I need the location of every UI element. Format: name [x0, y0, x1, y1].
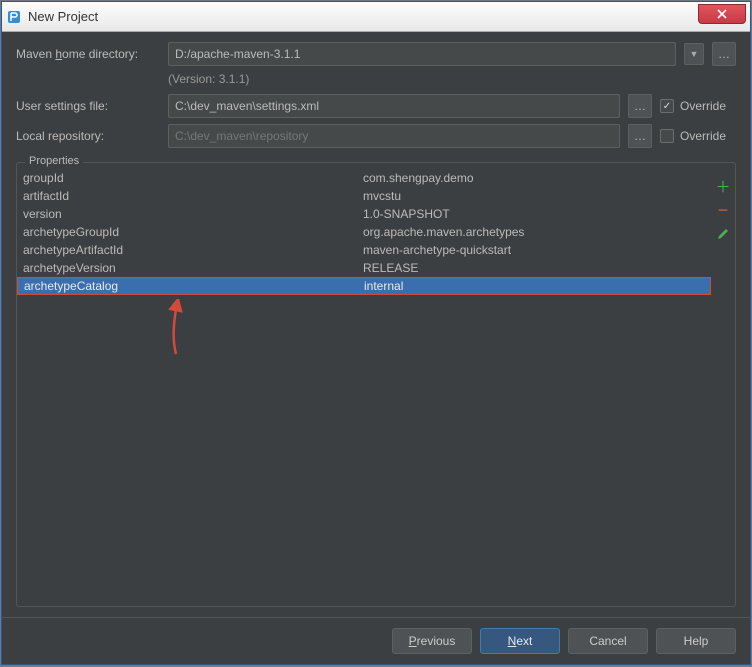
window-controls: [698, 4, 746, 24]
properties-table[interactable]: groupIdcom.shengpay.demoartifactIdmvcstu…: [17, 169, 711, 606]
override-repo-label: Override: [680, 129, 726, 143]
user-settings-row: User settings file: C:\dev_maven\setting…: [16, 94, 736, 118]
override-repo-wrap: Override: [660, 129, 736, 143]
property-value: org.apache.maven.archetypes: [363, 225, 705, 239]
property-row[interactable]: archetypeGroupIdorg.apache.maven.archety…: [17, 223, 711, 241]
user-settings-browse-button[interactable]: …: [628, 94, 652, 118]
property-row[interactable]: archetypeCataloginternal: [17, 277, 711, 295]
property-key: archetypeGroupId: [23, 225, 363, 239]
property-key: archetypeVersion: [23, 261, 363, 275]
property-row[interactable]: archetypeArtifactIdmaven-archetype-quick…: [17, 241, 711, 259]
property-row[interactable]: artifactIdmvcstu: [17, 187, 711, 205]
cancel-button[interactable]: Cancel: [568, 628, 648, 654]
titlebar: New Project: [2, 2, 750, 32]
local-repo-field[interactable]: C:\dev_maven\repository: [168, 124, 620, 148]
properties-panel: Properties groupIdcom.shengpay.demoartif…: [16, 162, 736, 607]
override-settings-wrap: ✓ Override: [660, 99, 736, 113]
property-row[interactable]: version1.0-SNAPSHOT: [17, 205, 711, 223]
add-property-button[interactable]: ＋: [714, 177, 732, 195]
dialog-footer: Previous Next Cancel Help: [2, 617, 750, 664]
properties-title: Properties: [25, 155, 83, 167]
property-value: maven-archetype-quickstart: [363, 243, 705, 257]
dialog-window: New Project Maven home directory: D:/apa…: [1, 1, 751, 665]
property-value: mvcstu: [363, 189, 705, 203]
maven-home-combo[interactable]: D:/apache-maven-3.1.1: [168, 42, 676, 66]
properties-actions: ＋ −: [711, 169, 735, 606]
remove-property-button[interactable]: −: [714, 201, 732, 219]
local-repo-browse-button[interactable]: …: [628, 124, 652, 148]
maven-version-text: (Version: 3.1.1): [168, 72, 736, 86]
override-repo-checkbox[interactable]: [660, 129, 674, 143]
property-value: RELEASE: [363, 261, 705, 275]
property-key: archetypeCatalog: [24, 279, 364, 293]
maven-home-browse-button[interactable]: …: [712, 42, 736, 66]
help-button[interactable]: Help: [656, 628, 736, 654]
close-button[interactable]: [698, 4, 746, 24]
property-key: archetypeArtifactId: [23, 243, 363, 257]
property-value: 1.0-SNAPSHOT: [363, 207, 705, 221]
maven-home-label: Maven home directory:: [16, 47, 160, 61]
previous-button[interactable]: Previous: [392, 628, 472, 654]
property-key: version: [23, 207, 363, 221]
local-repo-row: Local repository: C:\dev_maven\repositor…: [16, 124, 736, 148]
property-key: artifactId: [23, 189, 363, 203]
maven-home-row: Maven home directory: D:/apache-maven-3.…: [16, 42, 736, 66]
window-title: New Project: [28, 9, 98, 24]
override-settings-checkbox[interactable]: ✓: [660, 99, 674, 113]
user-settings-label: User settings file:: [16, 99, 160, 113]
property-value: com.shengpay.demo: [363, 171, 705, 185]
override-settings-label: Override: [680, 99, 726, 113]
property-value: internal: [364, 279, 704, 293]
property-key: groupId: [23, 171, 363, 185]
maven-home-value: D:/apache-maven-3.1.1: [175, 47, 300, 61]
property-row[interactable]: groupIdcom.shengpay.demo: [17, 169, 711, 187]
property-row[interactable]: archetypeVersionRELEASE: [17, 259, 711, 277]
edit-property-button[interactable]: [714, 225, 732, 243]
local-repo-label: Local repository:: [16, 129, 160, 143]
maven-home-dropdown[interactable]: ▼: [684, 43, 704, 65]
dialog-body: Maven home directory: D:/apache-maven-3.…: [2, 32, 750, 617]
app-icon: [6, 9, 22, 25]
next-button[interactable]: Next: [480, 628, 560, 654]
user-settings-field[interactable]: C:\dev_maven\settings.xml: [168, 94, 620, 118]
